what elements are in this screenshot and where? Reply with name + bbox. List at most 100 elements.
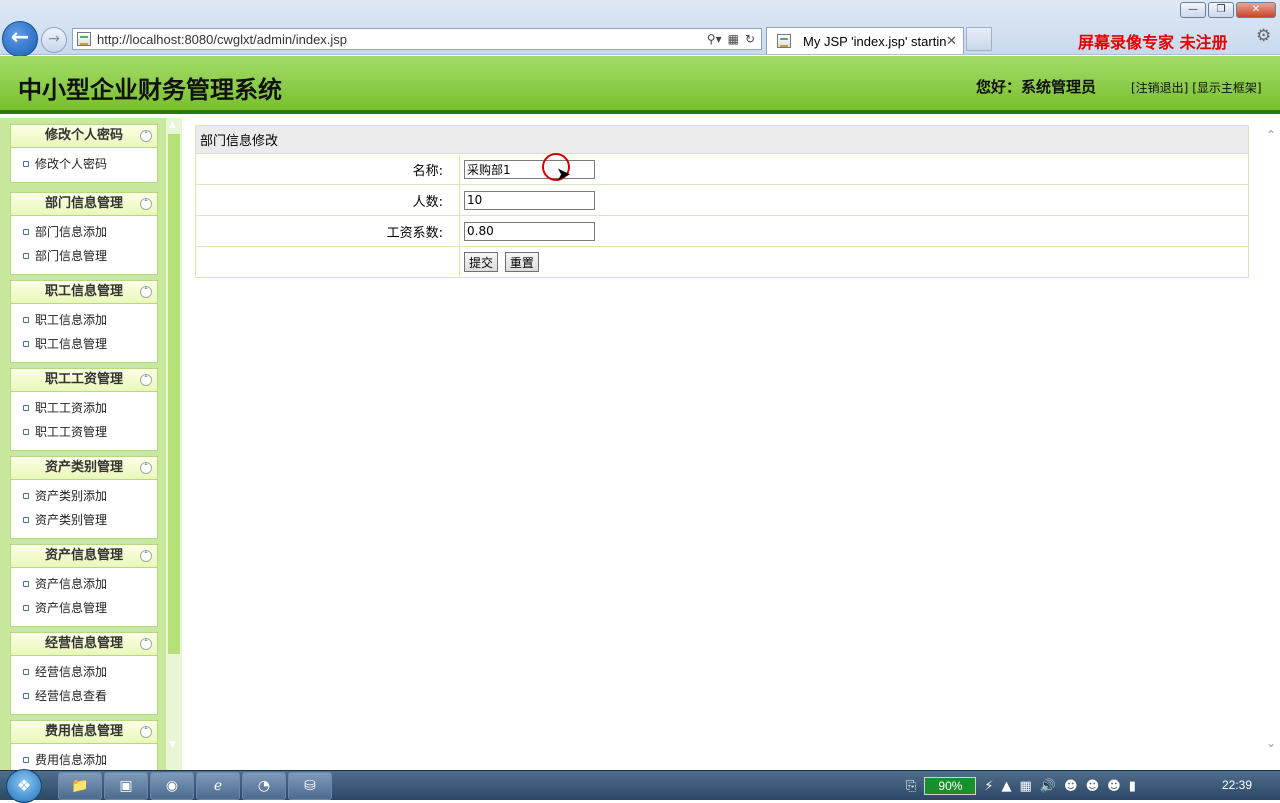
bullet-icon: [23, 229, 29, 235]
sound-icon[interactable]: 🔊: [1040, 779, 1056, 794]
database-task-button[interactable]: ⛁: [288, 772, 332, 800]
signal-icon[interactable]: ▮: [1129, 779, 1136, 794]
sidebar-menu-item-label: 资产类别管理: [35, 513, 108, 527]
sidebar-menu-item[interactable]: 经营信息添加: [11, 660, 157, 684]
app-task-button[interactable]: ▣: [104, 772, 148, 800]
count-input[interactable]: [464, 190, 595, 210]
tray-expand-icon[interactable]: ▲: [1002, 779, 1012, 794]
tab-title: My JSP 'index.jsp' startin...: [803, 33, 947, 49]
start-button[interactable]: ❖: [6, 769, 42, 803]
qq-icon[interactable]: ☻: [1086, 779, 1100, 794]
media-task-button[interactable]: ◉: [150, 772, 194, 800]
scroll-up-icon[interactable]: ⌃: [1266, 128, 1276, 142]
ie-task-button[interactable]: ℯ: [196, 772, 240, 800]
coefficient-input[interactable]: [464, 221, 595, 241]
chevron-up-icon[interactable]: ˆ: [140, 286, 152, 298]
menu-group-header[interactable]: 经营信息管理 ˆ: [10, 632, 158, 656]
sidebar-menu-item[interactable]: 部门信息管理: [11, 244, 157, 268]
chevron-up-icon[interactable]: ˆ: [140, 198, 152, 210]
menu-group-header[interactable]: 职工信息管理 ˆ: [10, 280, 158, 304]
menu-group-header[interactable]: 资产信息管理 ˆ: [10, 544, 158, 568]
sidebar-menu-item[interactable]: 修改个人密码: [11, 152, 157, 176]
sidebar-menu-item-label: 资产类别添加: [35, 489, 108, 503]
sidebar-menu-item[interactable]: 职工工资管理: [11, 420, 157, 444]
logout-link[interactable]: [注销退出]: [1131, 81, 1188, 95]
search-icon[interactable]: ⚲▾: [707, 32, 722, 46]
sidebar-menu-item-label: 资产信息管理: [35, 601, 108, 615]
sidebar-menu-item[interactable]: 职工信息添加: [11, 308, 157, 332]
close-window-button[interactable]: ✕: [1236, 2, 1276, 18]
sidebar-menu-item[interactable]: 费用信息添加: [11, 748, 157, 770]
qq-icon[interactable]: ☻: [1064, 779, 1078, 794]
chevron-up-icon[interactable]: ˆ: [140, 550, 152, 562]
menu-group-header[interactable]: 修改个人密码 ˆ: [10, 124, 158, 148]
chevron-up-icon[interactable]: ˆ: [140, 374, 152, 386]
chevron-up-icon[interactable]: ˆ: [140, 462, 152, 474]
tab-favicon-icon: [777, 34, 791, 48]
chevron-up-icon[interactable]: ˆ: [140, 638, 152, 650]
page-favicon-icon: [77, 32, 91, 46]
sidebar-menu-item-label: 职工信息添加: [35, 313, 108, 327]
sidebar-scrollbar[interactable]: ▲ ▼: [166, 118, 182, 770]
menu-group-title: 职工工资管理: [44, 372, 123, 387]
browser-toolbar: — ❐ ✕ ← → http://localhost:8080/cwglxt/a…: [0, 0, 1280, 57]
eclipse-task-button[interactable]: ◔: [242, 772, 286, 800]
menu-group-title: 资产信息管理: [44, 548, 123, 563]
bullet-icon: [23, 429, 29, 435]
media-icon: ◉: [165, 778, 179, 794]
sidebar-menu-item[interactable]: 资产类别管理: [11, 508, 157, 532]
sidebar-menu-item[interactable]: 资产信息管理: [11, 596, 157, 620]
recorder-watermark: 屏幕录像专家 未注册: [1078, 33, 1228, 52]
submit-button[interactable]: 提交: [464, 252, 499, 272]
sidebar-menu-item-label: 部门信息管理: [35, 249, 108, 263]
sidebar-menu-item[interactable]: 部门信息添加: [11, 220, 157, 244]
scroll-up-icon[interactable]: ▲: [169, 120, 176, 130]
minimize-button[interactable]: —: [1180, 2, 1206, 18]
qq-icon[interactable]: ☻: [1107, 779, 1121, 794]
address-url[interactable]: http://localhost:8080/cwglxt/admin/index…: [97, 32, 707, 47]
new-tab-button[interactable]: [966, 27, 992, 51]
explorer-task-button[interactable]: 📁: [58, 772, 102, 800]
window-controls: — ❐ ✕: [1180, 2, 1276, 18]
show-frame-link[interactable]: [显示主框架]: [1192, 81, 1261, 95]
sidebar-menu-item[interactable]: 资产类别添加: [11, 484, 157, 508]
arrow-left-icon: ←: [10, 25, 30, 50]
scroll-down-icon[interactable]: ▼: [169, 740, 176, 750]
browser-tab[interactable]: My JSP 'index.jsp' startin... ✕: [766, 27, 964, 54]
taskbar-clock[interactable]: 22:39: [1222, 778, 1252, 792]
menu-group: 修改个人密码 ˆ 修改个人密码: [10, 124, 158, 183]
restore-button[interactable]: ❐: [1208, 2, 1234, 18]
sidebar-menu-item[interactable]: 经营信息查看: [11, 684, 157, 708]
forward-button[interactable]: →: [41, 27, 67, 53]
sidebar-menu-item[interactable]: 资产信息添加: [11, 572, 157, 596]
battery-indicator[interactable]: 90%: [924, 777, 977, 795]
network-icon[interactable]: ▦: [1020, 779, 1032, 794]
main-scrollbar[interactable]: ⌃ ⌄: [1262, 118, 1280, 770]
menu-group-header[interactable]: 费用信息管理 ˆ: [10, 720, 158, 744]
gear-icon[interactable]: ⚙: [1256, 26, 1271, 46]
refresh-icon[interactable]: ↻: [745, 32, 755, 46]
power-plug-icon[interactable]: ⚡: [984, 779, 993, 794]
menu-group-header[interactable]: 部门信息管理 ˆ: [10, 192, 158, 216]
tab-close-icon[interactable]: ✕: [946, 34, 957, 49]
chevron-up-icon[interactable]: ˆ: [140, 726, 152, 738]
menu-group: 费用信息管理 ˆ 费用信息添加: [10, 720, 158, 770]
recorder-tray-icon[interactable]: ⎘: [906, 779, 916, 794]
reset-button[interactable]: 重置: [504, 252, 539, 272]
sidebar-menu-item[interactable]: 职工信息管理: [11, 332, 157, 356]
address-bar[interactable]: http://localhost:8080/cwglxt/admin/index…: [72, 28, 762, 50]
app-title: 中小型企业财务管理系统: [18, 75, 282, 104]
sidebar-menu-item-label: 职工工资管理: [35, 425, 108, 439]
name-input[interactable]: [464, 159, 595, 179]
sidebar-scroll-thumb[interactable]: [168, 134, 180, 654]
menu-group-header[interactable]: 资产类别管理 ˆ: [10, 456, 158, 480]
menu-group-header[interactable]: 职工工资管理 ˆ: [10, 368, 158, 392]
menu-group: 经营信息管理 ˆ 经营信息添加 经营信息查看: [10, 632, 158, 715]
chevron-up-icon[interactable]: ˆ: [140, 130, 152, 142]
sidebar-menu-item[interactable]: 职工工资添加: [11, 396, 157, 420]
back-button[interactable]: ←: [2, 21, 38, 57]
compat-view-icon[interactable]: ▦: [728, 32, 739, 46]
scroll-down-icon[interactable]: ⌄: [1266, 736, 1276, 750]
bullet-icon: [23, 757, 29, 763]
bullet-icon: [23, 693, 29, 699]
